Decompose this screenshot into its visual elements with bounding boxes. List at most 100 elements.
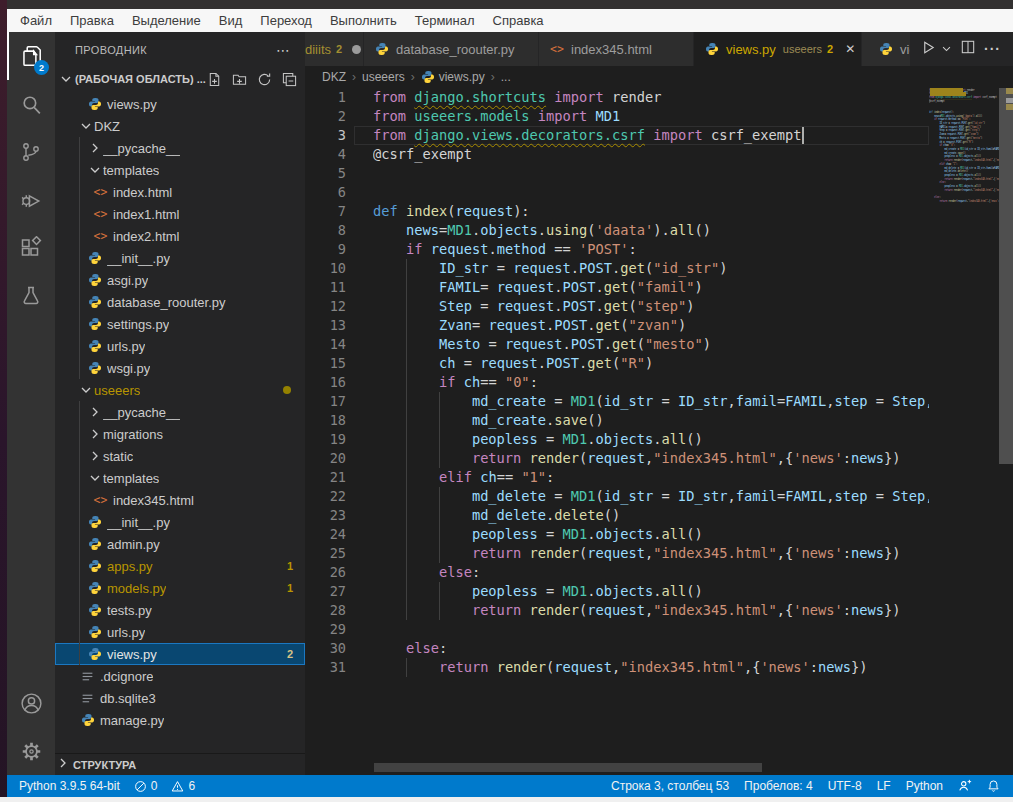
menu-bar: ФайлПравкаВыделениеВидПереходВыполнитьТе… xyxy=(7,9,1013,32)
testing-icon[interactable] xyxy=(7,272,55,320)
tree-file-index1.html[interactable]: <>index1.html xyxy=(55,203,305,225)
tree-folder-useeers[interactable]: useeers xyxy=(55,379,305,401)
html-file-icon: <> xyxy=(93,229,108,244)
run-dropdown-icon[interactable] xyxy=(941,40,952,58)
run-debug-icon[interactable] xyxy=(7,176,55,224)
tab-bar: diiits2database_roouter.py<>index345.htm… xyxy=(305,32,1013,66)
breadcrumb-item-3[interactable]: ... xyxy=(501,70,511,84)
status-cursor-position[interactable]: Строка 3, столбец 53 xyxy=(611,779,729,793)
menu-item-7[interactable]: Справка xyxy=(484,13,553,28)
tab-diiits[interactable]: diiits2 xyxy=(305,32,364,66)
menu-item-4[interactable]: Переход xyxy=(251,13,321,28)
tree-file-apps.py[interactable]: apps.py1 xyxy=(55,555,305,577)
tree-file-views.py[interactable]: views.py2 xyxy=(55,643,305,665)
tree-file-index2.html[interactable]: <>index2.html xyxy=(55,225,305,247)
tree-file-.dcignore[interactable]: .dcignore xyxy=(55,665,305,687)
split-editor-icon[interactable] xyxy=(961,40,975,58)
menu-item-0[interactable]: Файл xyxy=(11,13,61,28)
status-python-interpreter[interactable]: Python 3.9.5 64-bit xyxy=(19,779,120,793)
python-file-icon xyxy=(87,625,102,640)
extensions-icon[interactable] xyxy=(7,224,55,272)
search-icon[interactable] xyxy=(7,80,55,128)
breadcrumb-item-0[interactable]: DKZ xyxy=(322,70,346,84)
menu-item-3[interactable]: Вид xyxy=(210,13,252,28)
menu-item-2[interactable]: Выделение xyxy=(123,13,210,28)
python-file-icon xyxy=(87,339,102,354)
code-editor[interactable]: 1234567891011121314151617181920212223242… xyxy=(305,88,1013,775)
new-folder-icon[interactable] xyxy=(232,72,247,87)
python-file-icon xyxy=(87,273,102,288)
tree-folder-DKZ[interactable]: DKZ xyxy=(55,115,305,137)
status-notifications-bell-icon[interactable] xyxy=(987,779,1000,793)
refresh-icon[interactable] xyxy=(257,72,272,87)
tree-file-urls.py[interactable]: urls.py xyxy=(55,621,305,643)
status-warnings[interactable]: 6 xyxy=(171,779,195,793)
breadcrumb[interactable]: DKZ›useeers›views.py›... xyxy=(305,66,1013,88)
tree-file-wsgi.py[interactable]: wsgi.py xyxy=(55,357,305,379)
settings-gear-icon[interactable] xyxy=(7,727,55,775)
tree-file-urls.py[interactable]: urls.py xyxy=(55,335,305,357)
collapse-folders-icon[interactable] xyxy=(282,72,297,87)
python-file-icon xyxy=(87,647,102,662)
python-file-icon xyxy=(87,537,102,552)
workspace-section-header[interactable]: (РАБОЧАЯ ОБЛАСТЬ) ... xyxy=(55,68,305,90)
sidebar-more-actions-icon[interactable]: ⋯ xyxy=(276,42,291,58)
more-actions-icon[interactable]: ··· xyxy=(984,41,1001,57)
explorer-badge: 2 xyxy=(34,60,49,75)
menu-item-5[interactable]: Выполнить xyxy=(321,13,406,28)
minimap[interactable]: from django.shortcuts import renderfrom … xyxy=(929,88,1000,775)
tab-index345.html[interactable]: <>index345.html xyxy=(539,32,694,66)
horizontal-scrollbar-thumb[interactable] xyxy=(374,763,762,772)
tree-folder-templates[interactable]: templates xyxy=(55,467,305,489)
new-file-icon[interactable] xyxy=(207,72,222,87)
source-control-icon[interactable] xyxy=(7,128,55,176)
breadcrumb-item-1[interactable]: useeers xyxy=(362,70,405,84)
tab-vie[interactable]: vie xyxy=(862,32,911,66)
status-indentation[interactable]: Пробелов: 4 xyxy=(744,779,813,793)
tree-file-index.html[interactable]: <>index.html xyxy=(55,181,305,203)
tree-file-db.sqlite3[interactable]: db.sqlite3 xyxy=(55,687,305,709)
python-file-icon xyxy=(421,70,435,84)
tree-file-__init__.py[interactable]: __init__.py xyxy=(55,247,305,269)
tree-folder-templates[interactable]: templates xyxy=(55,159,305,181)
tree-file-index345.html[interactable]: <>index345.html xyxy=(55,489,305,511)
problems-dot xyxy=(283,386,291,394)
python-file-icon xyxy=(87,97,102,112)
explorer-sidebar: ПРОВОДНИК ⋯ (РАБОЧАЯ ОБЛАСТЬ) ... views.… xyxy=(55,32,305,775)
tree-file-tests.py[interactable]: tests.py xyxy=(55,599,305,621)
structure-section-header[interactable]: СТРУКТУРА xyxy=(55,753,305,775)
close-tab-icon[interactable]: ✕ xyxy=(845,42,855,56)
explorer-icon[interactable]: 2 xyxy=(7,32,55,80)
status-feedback-icon[interactable] xyxy=(958,779,972,793)
tree-file-__init__.py[interactable]: __init__.py xyxy=(55,511,305,533)
tree-file-manage.py[interactable]: manage.py xyxy=(55,709,305,731)
tree-file-settings.py[interactable]: settings.py xyxy=(55,313,305,335)
tree-folder-__pycache__[interactable]: __pycache__ xyxy=(55,401,305,423)
html-file-icon: <> xyxy=(93,493,108,508)
menu-item-1[interactable]: Правка xyxy=(61,13,123,28)
account-icon[interactable] xyxy=(7,679,55,727)
tree-folder-migrations[interactable]: migrations xyxy=(55,423,305,445)
status-language-mode[interactable]: Python xyxy=(906,779,943,793)
tab-database_roouter.py[interactable]: database_roouter.py xyxy=(364,32,539,66)
status-eol[interactable]: LF xyxy=(877,779,891,793)
modified-dot-icon[interactable] xyxy=(352,45,361,54)
chevron-down-icon xyxy=(78,118,94,134)
status-encoding[interactable]: UTF-8 xyxy=(828,779,862,793)
python-file-icon xyxy=(87,361,102,376)
status-errors[interactable]: 0 xyxy=(134,779,158,793)
window-bottom-edge xyxy=(0,797,1013,802)
python-file-icon xyxy=(87,317,102,332)
tree-file-admin.py[interactable]: admin.py xyxy=(55,533,305,555)
tree-file-views.py[interactable]: views.py xyxy=(55,93,305,115)
tree-file-models.py[interactable]: models.py1 xyxy=(55,577,305,599)
menu-item-6[interactable]: Терминал xyxy=(406,13,484,28)
run-button[interactable] xyxy=(921,40,936,59)
tree-folder-static[interactable]: static xyxy=(55,445,305,467)
breadcrumb-item-2[interactable]: views.py xyxy=(439,70,485,84)
chevron-right-icon xyxy=(87,404,103,420)
tree-file-asgi.py[interactable]: asgi.py xyxy=(55,269,305,291)
tree-file-database_roouter.py[interactable]: database_roouter.py xyxy=(55,291,305,313)
tree-folder-__pycache__[interactable]: __pycache__ xyxy=(55,137,305,159)
tab-views.py[interactable]: views.pyuseeers2✕ xyxy=(694,32,862,66)
